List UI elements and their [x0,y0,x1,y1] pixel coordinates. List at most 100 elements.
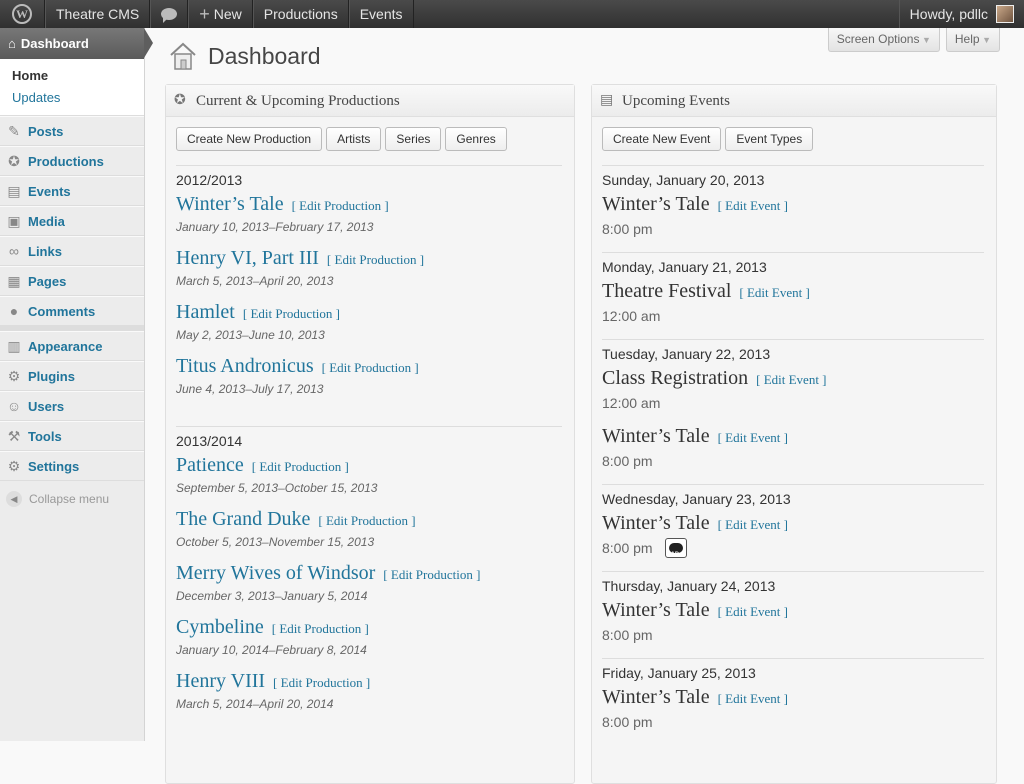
home-icon: ⌂ [8,36,16,51]
help-button[interactable]: Help [946,28,1000,52]
event-time-row: 8:00 pm [602,624,984,646]
edit-production-link[interactable]: [ Edit Production ] [272,621,369,636]
site-name-link[interactable]: Theatre CMS [45,0,150,28]
edit-event-link[interactable]: [ Edit Event ] [718,517,788,532]
edit-event-link[interactable]: [ Edit Event ] [739,285,809,300]
account-menu[interactable]: Howdy, pdllc [899,0,1024,28]
production-dates: January 10, 2014–February 8, 2014 [176,641,562,659]
edit-production-link[interactable]: [ Edit Production ] [322,360,419,375]
appearance-icon: ▥ [6,338,22,354]
production-title-link[interactable]: Henry VI, Part III [176,247,319,269]
edit-production-link[interactable]: [ Edit Production ] [292,198,389,213]
event-time: 8:00 pm [602,218,653,240]
productions-toolbar: Create New Production Artists Series Gen… [166,117,574,151]
sidebar-item-settings[interactable]: ⚙Settings [0,451,144,481]
production-dates: September 5, 2013–October 15, 2013 [176,479,562,497]
production-title-link[interactable]: Merry Wives of Windsor [176,562,375,584]
plus-icon: + [199,4,210,25]
wordpress-logo-icon[interactable]: W [0,0,45,28]
production-item: Hamlet[ Edit Production ]May 2, 2013–Jun… [176,300,562,344]
create-new-event-button[interactable]: Create New Event [602,127,721,151]
edit-production-link[interactable]: [ Edit Production ] [243,306,340,321]
edit-event-link[interactable]: [ Edit Event ] [718,198,788,213]
event-time: 8:00 pm [602,537,653,559]
adminbar-productions-link[interactable]: Productions [253,0,349,28]
production-title-row: Hamlet [ Edit Production ] [176,300,562,326]
productions-widget: ✪Current & Upcoming Productions Create N… [165,84,575,784]
event-time-row: 8:00 pm [602,711,984,733]
production-title-link[interactable]: Hamlet [176,301,235,323]
sidebar-item-productions[interactable]: ✪Productions [0,146,144,176]
production-dates: March 5, 2013–April 20, 2013 [176,272,562,290]
production-title-link[interactable]: Henry VIII [176,670,265,692]
sidebar-item-links[interactable]: ∞Links [0,236,144,266]
main-content: Screen Options Help Dashboard ✪Current &… [146,28,1024,741]
sidebar-item-posts[interactable]: ✎Posts [0,116,144,146]
edit-production-link[interactable]: [ Edit Production ] [383,567,480,582]
submenu-home[interactable]: Home [12,65,144,87]
new-content-button[interactable]: +New [188,0,253,28]
sidebar-item-tools[interactable]: ⚒Tools [0,421,144,451]
sidebar-item-comments[interactable]: ●Comments [0,296,144,326]
event-title: Winter’s Tale [602,599,710,621]
sidebar-item-label: Users [28,399,64,414]
links-icon: ∞ [6,243,22,259]
event-day-group: Wednesday, January 23, 2013Winter’s Tale… [602,484,984,559]
event-title: Winter’s Tale [602,193,710,215]
edit-production-link[interactable]: [ Edit Production ] [273,675,370,690]
production-item: The Grand Duke[ Edit Production ]October… [176,507,562,551]
sidebar-item-plugins[interactable]: ⚙Plugins [0,361,144,391]
genres-button[interactable]: Genres [445,127,506,151]
sidebar-item-media[interactable]: ▣Media [0,206,144,236]
production-title-link[interactable]: Titus Andronicus [176,355,314,377]
sidebar-item-label: Pages [28,274,66,289]
event-title: Winter’s Tale [602,425,710,447]
sidebar-item-dashboard[interactable]: ⌂ Dashboard [0,28,144,59]
production-item: Winter’s Tale[ Edit Production ]January … [176,192,562,236]
comments-icon[interactable] [150,0,188,28]
production-title-link[interactable]: The Grand Duke [176,508,310,530]
production-dates: December 3, 2013–January 5, 2014 [176,587,562,605]
production-title-link[interactable]: Winter’s Tale [176,193,284,215]
sidebar-item-appearance[interactable]: ▥Appearance [0,331,144,361]
artists-button[interactable]: Artists [326,127,381,151]
event-types-button[interactable]: Event Types [725,127,813,151]
create-new-production-button[interactable]: Create New Production [176,127,322,151]
event-time: 12:00 am [602,392,660,414]
dashboard-submenu: Home Updates [0,59,144,116]
edit-event-link[interactable]: [ Edit Event ] [718,604,788,619]
event-date-heading: Monday, January 21, 2013 [602,259,984,275]
event-date-heading: Thursday, January 24, 2013 [602,578,984,594]
production-title-link[interactable]: Patience [176,454,244,476]
sidebar-item-users[interactable]: ☺Users [0,391,144,421]
submenu-updates[interactable]: Updates [12,87,144,109]
events-widget: ▤Upcoming Events Create New Event Event … [591,84,997,784]
pin-icon: ✎ [6,123,22,139]
event-time-row: 12:00 am [602,392,984,414]
edit-production-link[interactable]: [ Edit Production ] [252,459,349,474]
sidebar-item-events[interactable]: ▤Events [0,176,144,206]
edit-event-link[interactable]: [ Edit Event ] [718,691,788,706]
admin-bar: W Theatre CMS +New Productions Events Ho… [0,0,1024,28]
production-title-link[interactable]: Cymbeline [176,616,264,638]
sidebar-item-pages[interactable]: ▦Pages [0,266,144,296]
new-label: New [214,6,242,22]
sidebar-item-label: Dashboard [21,36,89,51]
event-item: Winter’s Tale [ Edit Event ] 8:00 pm [602,192,984,240]
edit-production-link[interactable]: [ Edit Production ] [318,513,415,528]
collapse-menu-button[interactable]: ◀Collapse menu [0,481,144,507]
event-item: Winter’s Tale[ Edit Event ]8:00 pm [602,424,984,472]
screen-options-button[interactable]: Screen Options [828,28,940,52]
production-title-row: Cymbeline [ Edit Production ] [176,615,562,641]
sidebar-item-label: Productions [28,154,104,169]
event-day-group: Friday, January 25, 2013Winter’s Tale[ E… [602,658,984,733]
edit-event-link[interactable]: [ Edit Event ] [718,430,788,445]
settings-icon: ⚙ [6,458,22,474]
event-item: Class Registration[ Edit Event ]12:00 am [602,366,984,414]
edit-event-link[interactable]: [ Edit Event ] [756,372,826,387]
adminbar-events-link[interactable]: Events [349,0,414,28]
event-title-row: Class Registration[ Edit Event ] [602,366,984,392]
edit-production-link[interactable]: [ Edit Production ] [327,252,424,267]
series-button[interactable]: Series [385,127,441,151]
event-title-row: Winter’s Tale [ Edit Event ] [602,424,984,450]
